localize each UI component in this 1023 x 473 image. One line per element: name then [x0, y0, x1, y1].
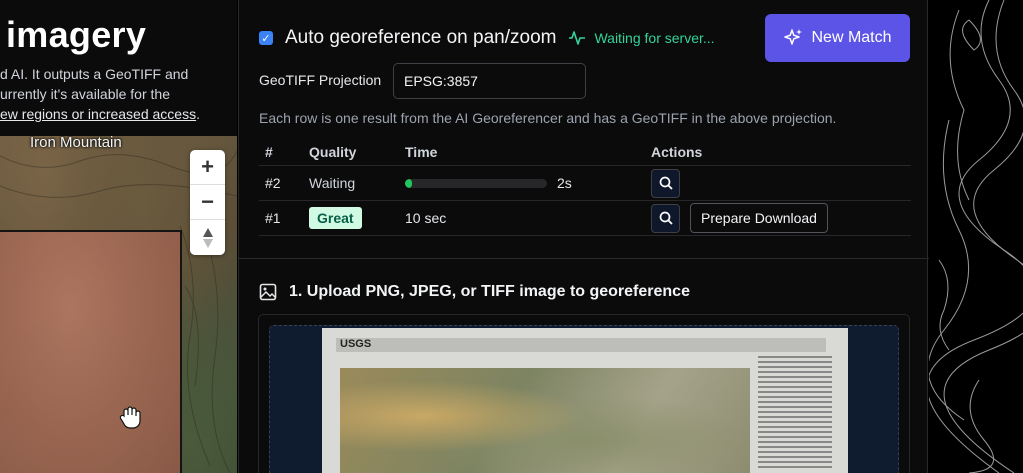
auto-georeference-checkbox[interactable]: ✓ — [259, 31, 273, 45]
intro-line-2: urrently it's available for the — [0, 86, 170, 102]
topo-lines — [929, 0, 1023, 473]
upload-dropzone[interactable]: USGS — [258, 314, 910, 473]
intro-period: . — [196, 106, 200, 122]
search-icon — [659, 176, 673, 190]
auto-georeference-row: ✓ Auto georeference on pan/zoom Waiting … — [259, 27, 715, 49]
zoom-to-result-button[interactable] — [651, 168, 680, 198]
intro-line-1: d AI. It outputs a GeoTIFF and — [0, 66, 189, 82]
map-zoom-controls: + − — [190, 150, 225, 255]
progress-fill — [405, 178, 413, 188]
section-divider — [239, 258, 929, 259]
map-view[interactable]: Iron Mountain + − — [0, 136, 237, 473]
doc-header-bar — [336, 338, 826, 352]
row-number: #2 — [265, 175, 281, 191]
request-access-link[interactable]: ew regions or increased access — [0, 106, 196, 122]
new-match-button[interactable]: New Match — [765, 14, 910, 62]
table-row: #1 Great 10 sec Prepare Download — [259, 201, 911, 236]
row-time: 2s — [405, 175, 651, 191]
row-time: 10 sec — [405, 210, 447, 226]
auto-georeference-label[interactable]: Auto georeference on pan/zoom — [285, 27, 556, 49]
zoom-out-button[interactable]: − — [190, 185, 225, 220]
header-time: Time — [405, 144, 438, 160]
server-status-text: Waiting for server... — [594, 30, 715, 46]
row-elapsed: 2s — [557, 175, 572, 191]
left-panel: imagery d AI. It outputs a GeoTIFF and u… — [0, 0, 237, 473]
upload-preview: USGS — [269, 325, 899, 473]
row-quality: Waiting — [309, 175, 356, 191]
prepare-download-button[interactable]: Prepare Download — [690, 203, 828, 233]
grab-cursor-icon — [118, 404, 144, 437]
compass-icon — [202, 227, 213, 248]
zoom-to-result-button[interactable] — [651, 203, 680, 233]
search-icon — [659, 211, 673, 225]
page-title: imagery — [6, 14, 147, 55]
georeferencer-panel: ✓ Auto georeference on pan/zoom Waiting … — [238, 0, 929, 473]
doc-map-image — [340, 368, 750, 473]
upload-title: 1. Upload PNG, JPEG, or TIFF image to ge… — [289, 283, 690, 300]
map-place-label: Iron Mountain — [30, 136, 122, 151]
projection-label: GeoTIFF Projection — [259, 72, 382, 88]
image-icon — [259, 283, 277, 301]
row-actions: Prepare Download — [651, 203, 911, 233]
topographic-decoration — [929, 0, 1023, 473]
quality-badge: Great — [309, 207, 362, 229]
compass-button[interactable] — [190, 220, 225, 255]
row-quality: Great — [309, 207, 405, 229]
new-match-label: New Match — [811, 29, 892, 46]
intro-text: d AI. It outputs a GeoTIFF and urrently … — [0, 64, 237, 124]
results-table: # Quality Time Actions #2 Waiting 2s #1 … — [259, 139, 911, 236]
projection-input[interactable] — [393, 63, 586, 99]
activity-icon — [569, 31, 586, 45]
row-actions — [651, 168, 911, 198]
header-number: # — [265, 144, 273, 160]
zoom-in-button[interactable]: + — [190, 150, 225, 185]
table-header: # Quality Time Actions — [259, 139, 911, 166]
usgs-logo: USGS — [340, 338, 372, 350]
uploaded-map-preview: USGS — [322, 328, 848, 473]
sparkle-icon — [784, 29, 803, 45]
row-number: #1 — [265, 210, 281, 226]
progress-bar — [405, 178, 547, 188]
table-row: #2 Waiting 2s — [259, 166, 911, 201]
results-description: Each row is one result from the AI Geore… — [259, 110, 837, 126]
header-actions: Actions — [651, 144, 703, 160]
doc-text-block — [758, 356, 832, 471]
georeferenced-overlay[interactable] — [0, 230, 182, 473]
header-quality: Quality — [309, 144, 357, 160]
upload-header: 1. Upload PNG, JPEG, or TIFF image to ge… — [259, 283, 690, 301]
